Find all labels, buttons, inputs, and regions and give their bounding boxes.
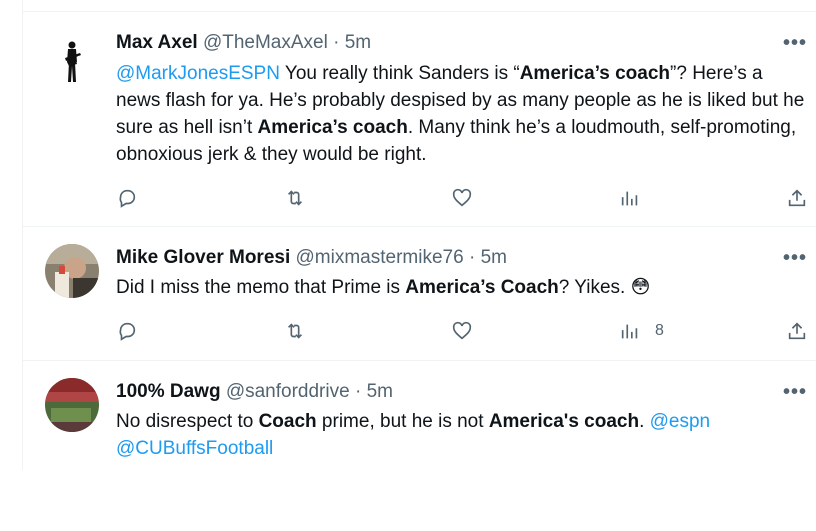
reply-icon xyxy=(119,322,136,341)
text-segment: No disrespect to xyxy=(116,411,259,432)
views-button[interactable] xyxy=(619,183,641,213)
bold-text: America’s Coach xyxy=(405,277,559,298)
text-segment: ? Yikes. xyxy=(558,277,631,298)
tweet[interactable]: 100% Dawg @sanforddrive · 5m ••• No disr… xyxy=(23,361,816,470)
separator-dot: · xyxy=(354,381,362,402)
retweet-button[interactable] xyxy=(284,316,306,346)
avatar[interactable] xyxy=(45,244,99,298)
views-icon xyxy=(621,191,638,206)
timestamp[interactable]: 5m xyxy=(481,247,507,268)
tweet[interactable]: Mike Glover Moresi @mixmastermike76 · 5m… xyxy=(23,227,816,361)
reply-button[interactable] xyxy=(116,316,138,346)
tweet-header: Mike Glover Moresi @mixmastermike76 · 5m xyxy=(116,247,507,269)
tweet-text: @MarkJonesESPN You really think Sanders … xyxy=(116,60,806,168)
tweet-text: Did I miss the memo that Prime is Americ… xyxy=(116,274,806,301)
like-icon xyxy=(452,188,472,207)
more-options-button[interactable]: ••• xyxy=(783,381,807,404)
reply-icon xyxy=(119,189,136,208)
views-button[interactable]: 8 xyxy=(619,316,664,346)
timeline: Max Axel @TheMaxAxel · 5m ••• @MarkJones… xyxy=(22,0,816,470)
more-options-button[interactable]: ••• xyxy=(783,32,807,55)
separator-dot: · xyxy=(333,32,340,53)
text-segment: . xyxy=(639,411,650,432)
avatar[interactable] xyxy=(45,378,99,432)
author-name[interactable]: 100% Dawg xyxy=(116,381,221,402)
tweet-header: 100% Dawg @sanforddrive · 5m xyxy=(116,381,393,403)
author-name[interactable]: Mike Glover Moresi xyxy=(116,247,290,268)
like-button[interactable] xyxy=(451,316,473,346)
more-options-button[interactable]: ••• xyxy=(783,247,807,270)
retweet-button[interactable] xyxy=(284,183,306,213)
views-icon xyxy=(621,324,638,339)
flushed-face-emoji: 😳 xyxy=(630,277,651,298)
bold-text: America’s coach xyxy=(519,63,671,84)
retweet-icon xyxy=(287,323,303,339)
share-button[interactable] xyxy=(786,316,808,346)
reply-button[interactable] xyxy=(116,183,138,213)
author-handle[interactable]: @sanforddrive xyxy=(226,381,350,402)
text-segment: Did I miss the memo that Prime is xyxy=(116,277,406,298)
mention-link[interactable]: @MarkJonesESPN xyxy=(116,63,280,84)
mention-link[interactable]: @espn xyxy=(650,411,711,432)
timestamp[interactable]: 5m xyxy=(345,32,371,53)
mention-link[interactable]: @CUBuffsFootball xyxy=(116,438,273,459)
tweet-header: Max Axel @TheMaxAxel · 5m xyxy=(116,32,371,54)
like-button[interactable] xyxy=(451,183,473,213)
bold-text: Coach xyxy=(258,411,317,432)
avatar[interactable] xyxy=(45,36,99,90)
author-handle[interactable]: @TheMaxAxel xyxy=(203,32,328,53)
share-icon xyxy=(788,189,806,207)
tweet[interactable]: Max Axel @TheMaxAxel · 5m ••• @MarkJones… xyxy=(23,12,816,227)
share-button[interactable] xyxy=(786,183,808,213)
tweet-text: No disrespect to Coach prime, but he is … xyxy=(116,408,806,462)
author-handle[interactable]: @mixmastermike76 xyxy=(296,247,464,268)
separator-dot: · xyxy=(468,247,476,268)
action-bar: 8 xyxy=(116,316,816,346)
retweet-icon xyxy=(287,190,303,206)
author-name[interactable]: Max Axel xyxy=(116,32,198,53)
action-bar xyxy=(116,183,816,213)
bold-text: America’s coach xyxy=(257,117,408,138)
views-count: 8 xyxy=(655,322,664,339)
timestamp[interactable]: 5m xyxy=(367,381,393,402)
share-icon xyxy=(788,322,806,340)
bold-text: America's coach xyxy=(488,411,640,432)
text-segment: You really think Sanders is “ xyxy=(279,63,520,84)
text-segment: prime, but he is not xyxy=(316,411,489,432)
like-icon xyxy=(452,321,472,340)
